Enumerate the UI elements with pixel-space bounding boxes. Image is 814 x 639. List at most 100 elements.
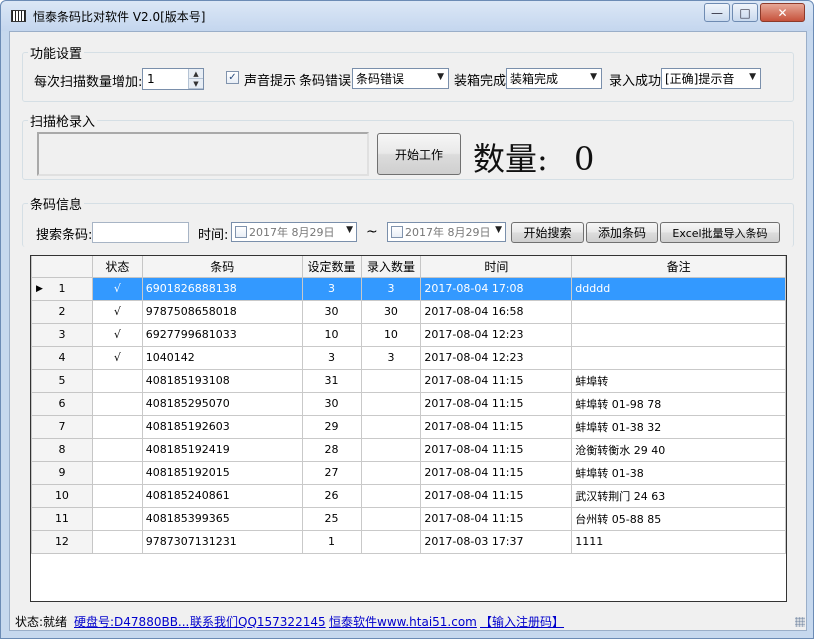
row-number[interactable]: 2 xyxy=(31,299,93,324)
status-cell[interactable] xyxy=(91,391,143,416)
disk-id-link[interactable]: 硬盘号:D47880BB... xyxy=(74,613,189,630)
table-row[interactable]: 8 408185192419 28 2017-08-04 11:15 沧衡转衡水 29 … xyxy=(31,437,786,462)
status-cell[interactable] xyxy=(91,460,143,485)
time-cell[interactable]: 2017-08-04 11:15 xyxy=(420,506,573,531)
table-row[interactable]: 2 √ 9787508658018 30 30 2017-08-04 16:58 xyxy=(31,299,786,324)
time-cell[interactable]: 2017-08-04 11:15 xyxy=(420,368,573,393)
in-qty-cell[interactable] xyxy=(360,529,422,554)
row-number[interactable]: 11 xyxy=(31,506,93,531)
website-link[interactable]: 恒泰软件www.htai51.com xyxy=(329,613,477,630)
time-cell[interactable]: 2017-08-03 17:37 xyxy=(420,529,573,554)
row-number[interactable]: 6 xyxy=(31,391,93,416)
barcode-cell[interactable]: 408185192419 xyxy=(141,437,303,462)
status-cell[interactable]: √ xyxy=(91,276,143,301)
resize-grip-icon[interactable] xyxy=(795,617,805,627)
note-cell[interactable]: ddddd xyxy=(571,276,786,301)
barcode-grid[interactable]: 状态 条码 设定数量 录入数量 时间 备注 ▶ 1 √ 6901826888138 3 3… xyxy=(30,255,787,602)
table-row[interactable]: 11 408185399365 25 2017-08-04 11:15 台州转 05-8… xyxy=(31,506,786,531)
barcode-cell[interactable]: 408185192603 xyxy=(141,414,303,439)
status-cell[interactable] xyxy=(91,437,143,462)
column-header-time[interactable]: 时间 xyxy=(420,256,573,278)
minimize-button[interactable]: — xyxy=(704,3,730,22)
set-qty-cell[interactable]: 3 xyxy=(301,276,362,301)
row-number[interactable]: 5 xyxy=(31,368,93,393)
note-cell[interactable] xyxy=(571,322,786,347)
set-qty-cell[interactable]: 30 xyxy=(301,299,362,324)
note-cell[interactable]: 1111 xyxy=(571,529,786,554)
column-header-in-qty[interactable]: 录入数量 xyxy=(360,256,422,278)
row-number[interactable]: 4 xyxy=(31,345,93,370)
set-qty-cell[interactable]: 1 xyxy=(301,529,362,554)
box-done-select[interactable]: 装箱完成 ▼ xyxy=(506,68,602,89)
register-link[interactable]: 【输入注册码】 xyxy=(480,613,564,630)
set-qty-cell[interactable]: 25 xyxy=(301,506,362,531)
set-qty-cell[interactable]: 3 xyxy=(301,345,362,370)
barcode-cell[interactable]: 408185399365 xyxy=(141,506,303,531)
time-cell[interactable]: 2017-08-04 11:15 xyxy=(420,460,573,485)
note-cell[interactable] xyxy=(571,345,786,370)
note-cell[interactable]: 沧衡转衡水 29 40 xyxy=(571,437,786,462)
close-button[interactable]: ✕ xyxy=(760,3,805,22)
status-cell[interactable]: √ xyxy=(91,345,143,370)
note-cell[interactable]: 蚌埠转 01-38 32 xyxy=(571,414,786,439)
barcode-error-select[interactable]: 条码错误 ▼ xyxy=(352,68,449,89)
spin-down-icon[interactable]: ▼ xyxy=(189,79,203,89)
barcode-cell[interactable]: 408185192015 xyxy=(141,460,303,485)
note-cell[interactable]: 蚌埠转 01-38 xyxy=(571,460,786,485)
note-cell[interactable]: 台州转 05-88 85 xyxy=(571,506,786,531)
time-cell[interactable]: 2017-08-04 11:15 xyxy=(420,483,573,508)
in-qty-cell[interactable]: 10 xyxy=(360,322,422,347)
column-header-barcode[interactable]: 条码 xyxy=(141,256,303,278)
table-row[interactable]: 5 408185193108 31 2017-08-04 11:15 蚌埠转 xyxy=(31,368,786,393)
start-search-button[interactable]: 开始搜索 xyxy=(511,222,584,243)
table-row[interactable]: 3 √ 6927799681033 10 10 2017-08-04 12:23 xyxy=(31,322,786,347)
time-cell[interactable]: 2017-08-04 12:23 xyxy=(420,322,573,347)
spin-up-icon[interactable]: ▲ xyxy=(189,69,203,79)
table-row[interactable]: 9 408185192015 27 2017-08-04 11:15 蚌埠转 01-38 xyxy=(31,460,786,485)
in-qty-cell[interactable] xyxy=(360,414,422,439)
status-cell[interactable]: √ xyxy=(91,299,143,324)
barcode-cell[interactable]: 408185240861 xyxy=(141,483,303,508)
barcode-cell[interactable]: 6927799681033 xyxy=(141,322,303,347)
note-cell[interactable]: 蚌埠转 01-98 78 xyxy=(571,391,786,416)
barcode-cell[interactable]: 9787307131231 xyxy=(141,529,303,554)
set-qty-cell[interactable]: 27 xyxy=(301,460,362,485)
row-number[interactable]: 12 xyxy=(31,529,93,554)
add-barcode-button[interactable]: 添加条码 xyxy=(586,222,658,243)
date-to-checkbox[interactable] xyxy=(391,226,403,238)
column-header-set-qty[interactable]: 设定数量 xyxy=(301,256,362,278)
in-qty-cell[interactable] xyxy=(360,437,422,462)
contact-link[interactable]: 联系我们QQ157322145 xyxy=(190,613,326,630)
time-cell[interactable]: 2017-08-04 16:58 xyxy=(420,299,573,324)
stepper-arrows[interactable]: ▲ ▼ xyxy=(188,69,203,89)
scan-input[interactable] xyxy=(37,132,369,176)
in-qty-cell[interactable] xyxy=(360,391,422,416)
note-cell[interactable] xyxy=(571,299,786,324)
status-cell[interactable]: √ xyxy=(91,322,143,347)
barcode-cell[interactable]: 9787508658018 xyxy=(141,299,303,324)
table-row[interactable]: ▶ 1 √ 6901826888138 3 3 2017-08-04 17:08 ddddd xyxy=(31,276,786,301)
set-qty-cell[interactable]: 31 xyxy=(301,368,362,393)
barcode-cell[interactable]: 408185193108 xyxy=(141,368,303,393)
row-number[interactable]: 7 xyxy=(31,414,93,439)
increment-input[interactable] xyxy=(145,71,185,87)
sound-checkbox[interactable]: ✓ xyxy=(226,71,239,84)
status-cell[interactable] xyxy=(91,529,143,554)
table-row[interactable]: 10 408185240861 26 2017-08-04 11:15 武汉转荆门 24… xyxy=(31,483,786,508)
in-qty-cell[interactable] xyxy=(360,460,422,485)
in-qty-cell[interactable] xyxy=(360,368,422,393)
start-work-button[interactable]: 开始工作 xyxy=(377,133,461,175)
set-qty-cell[interactable]: 10 xyxy=(301,322,362,347)
set-qty-cell[interactable]: 29 xyxy=(301,414,362,439)
status-cell[interactable] xyxy=(91,368,143,393)
note-cell[interactable]: 蚌埠转 xyxy=(571,368,786,393)
status-cell[interactable] xyxy=(91,483,143,508)
time-cell[interactable]: 2017-08-04 11:15 xyxy=(420,437,573,462)
column-header-note[interactable]: 备注 xyxy=(571,256,786,278)
note-cell[interactable]: 武汉转荆门 24 63 xyxy=(571,483,786,508)
set-qty-cell[interactable]: 30 xyxy=(301,391,362,416)
time-cell[interactable]: 2017-08-04 11:15 xyxy=(420,391,573,416)
barcode-cell[interactable]: 6901826888138 xyxy=(141,276,303,301)
table-row[interactable]: 6 408185295070 30 2017-08-04 11:15 蚌埠转 01-98… xyxy=(31,391,786,416)
column-header-status[interactable]: 状态 xyxy=(91,256,143,278)
